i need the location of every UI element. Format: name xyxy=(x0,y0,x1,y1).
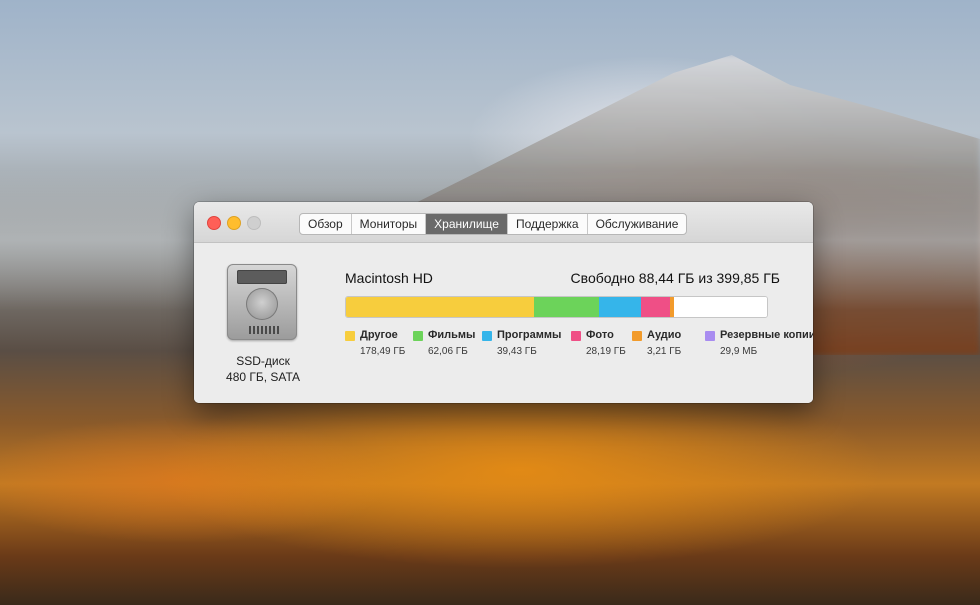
tab-overview[interactable]: Обзор xyxy=(300,214,352,234)
legend-swatch-movies xyxy=(413,331,423,341)
usage-segment-apps[interactable] xyxy=(599,297,641,317)
disk-type-label: SSD-диск xyxy=(236,354,290,368)
legend-swatch-other xyxy=(345,331,355,341)
hard-drive-icon xyxy=(227,264,297,340)
storage-usage-bar[interactable] xyxy=(345,296,768,318)
title-bar[interactable]: Обзор Мониторы Хранилище Поддержка Обслу… xyxy=(194,202,813,243)
volume-name: Macintosh HD xyxy=(345,270,433,286)
legend-swatch-apps xyxy=(482,331,492,341)
tab-storage[interactable]: Хранилище xyxy=(426,214,508,234)
usage-segment-photos[interactable] xyxy=(640,297,671,317)
usage-segment-other[interactable] xyxy=(346,297,534,317)
usage-segment-free[interactable] xyxy=(674,297,767,317)
close-button[interactable] xyxy=(207,216,221,230)
storage-legend: Другое 178,49 ГБ Фильмы 62,06 ГБ Програм… xyxy=(345,329,813,369)
legend-swatch-backups xyxy=(705,331,715,341)
zoom-button[interactable] xyxy=(247,216,261,230)
usage-segment-movies[interactable] xyxy=(533,297,600,317)
tab-displays[interactable]: Мониторы xyxy=(352,214,427,234)
tab-bar: Обзор Мониторы Хранилище Поддержка Обслу… xyxy=(299,213,688,235)
about-this-mac-window: Обзор Мониторы Хранилище Поддержка Обслу… xyxy=(194,202,813,403)
storage-pane: SSD-диск 480 ГБ, SATA Macintosh HD Свобо… xyxy=(194,243,813,403)
tab-support[interactable]: Поддержка xyxy=(508,214,588,234)
legend-swatch-audio xyxy=(632,331,642,341)
disk-spec-label: 480 ГБ, SATA xyxy=(226,370,300,384)
legend-swatch-photos xyxy=(571,331,581,341)
minimize-button[interactable] xyxy=(227,216,241,230)
volume-free-space: Свободно 88,44 ГБ из 399,85 ГБ xyxy=(570,270,780,286)
tab-service[interactable]: Обслуживание xyxy=(588,214,687,234)
